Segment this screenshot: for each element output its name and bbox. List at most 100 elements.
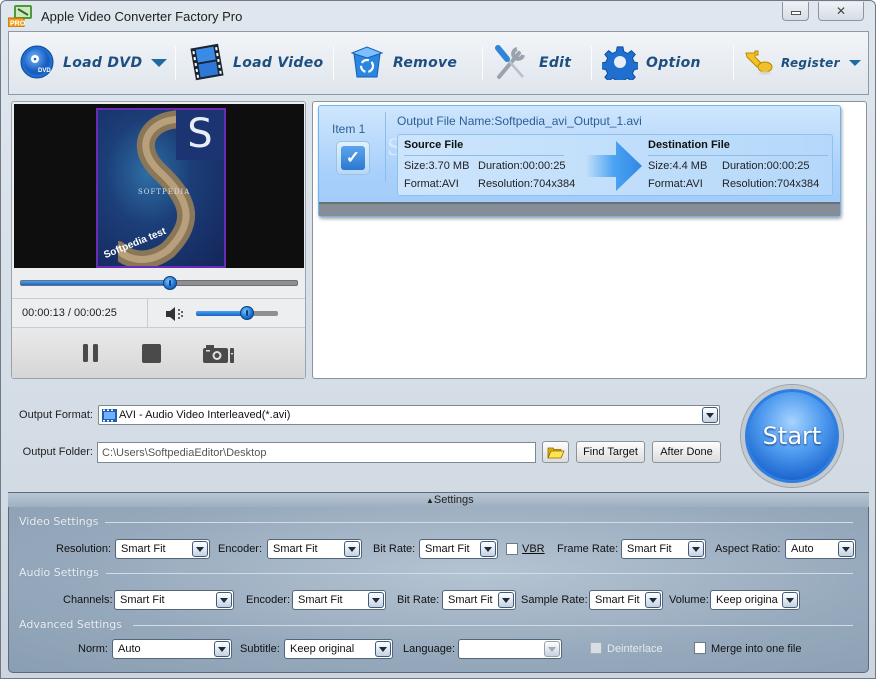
volume-select[interactable]: Keep origina <box>710 590 800 610</box>
edit-button[interactable]: Edit <box>493 32 571 94</box>
source-duration: Duration:00:00:25 <box>478 160 566 172</box>
video-settings-heading: Video Settings <box>19 515 99 528</box>
time-volume-row: 00:00:13 / 00:00:25 <box>12 298 305 328</box>
list-item[interactable]: SOFTPEDIA Item 1 ✓ Output File Name:Soft… <box>318 105 841 217</box>
deinterlace-label: Deinterlace <box>607 643 663 655</box>
video-bitrate-value: Smart Fit <box>425 543 470 555</box>
toolbar-divider <box>482 46 483 80</box>
settings-toggle-bar[interactable]: ▲Settings <box>8 492 869 507</box>
remove-label: Remove <box>393 55 458 71</box>
divider <box>105 522 853 523</box>
minimize-button[interactable] <box>782 2 809 21</box>
dropdown-arrow-icon[interactable] <box>192 541 208 557</box>
title-bar: PRO Apple Video Converter Factory Pro ✕ <box>1 1 875 31</box>
item-number: Item 1 <box>332 122 366 136</box>
seek-slider[interactable] <box>20 276 298 290</box>
destination-format: Format:AVI <box>648 178 703 190</box>
volume-slider[interactable] <box>196 306 278 320</box>
register-label: Register <box>781 56 840 70</box>
dropdown-arrow-icon[interactable] <box>216 592 232 608</box>
merge-into-one-file-label[interactable]: Merge into one file <box>711 643 802 655</box>
chevron-down-icon[interactable] <box>151 59 168 67</box>
dropdown-arrow-icon[interactable] <box>702 407 718 423</box>
key-icon <box>743 47 773 80</box>
subtitle-value: Keep original <box>290 643 355 655</box>
aspect-ratio-select[interactable]: Auto <box>785 539 856 559</box>
film-format-icon <box>102 409 117 422</box>
source-size: Size:3.70 MB <box>404 160 470 172</box>
video-encoder-select[interactable]: Smart Fit <box>267 539 362 559</box>
load-video-label: Load Video <box>233 55 324 71</box>
settings-panel: Video Settings Resolution: Smart Fit Enc… <box>8 507 869 673</box>
divider <box>106 573 853 574</box>
audio-bitrate-select[interactable]: Smart Fit <box>442 590 516 610</box>
sample-rate-select[interactable]: Smart Fit <box>589 590 663 610</box>
close-button[interactable]: ✕ <box>818 2 864 21</box>
snapshot-button[interactable] <box>203 345 235 366</box>
remove-button[interactable]: Remove <box>349 32 457 94</box>
volume-slider-handle[interactable] <box>239 306 254 320</box>
merge-into-one-file-checkbox[interactable] <box>694 642 706 654</box>
app-window: PRO Apple Video Converter Factory Pro ✕ … <box>0 0 876 679</box>
stop-button[interactable] <box>142 344 161 366</box>
dropdown-arrow-icon[interactable] <box>498 592 514 608</box>
vbr-checkbox[interactable] <box>506 543 518 555</box>
audio-encoder-select[interactable]: Smart Fit <box>292 590 386 610</box>
dropdown-arrow-icon[interactable] <box>782 592 798 608</box>
deinterlace-checkbox <box>590 642 602 654</box>
dropdown-arrow-icon[interactable] <box>645 592 661 608</box>
divider <box>147 299 148 328</box>
output-format-value: AVI - Audio Video Interleaved(*.avi) <box>119 409 291 421</box>
register-button[interactable]: Register <box>743 32 861 94</box>
dvd-disc-icon: DVD <box>19 44 55 83</box>
norm-select[interactable]: Auto <box>112 639 232 659</box>
collapse-expand-icon: ▲ <box>426 496 434 505</box>
source-resolution: Resolution:704x384 <box>478 178 576 190</box>
option-button[interactable]: Option <box>600 32 701 94</box>
dropdown-arrow-icon[interactable] <box>344 541 360 557</box>
subtitle-select[interactable]: Keep original <box>284 639 393 659</box>
frame-rate-select[interactable]: Smart Fit <box>621 539 706 559</box>
find-target-button[interactable]: Find Target <box>576 441 645 463</box>
dropdown-arrow-icon[interactable] <box>214 641 230 657</box>
channels-label: Channels: <box>63 594 113 606</box>
output-file-name[interactable]: Output File Name:Softpedia_avi_Output_1.… <box>397 114 642 128</box>
start-button[interactable]: Start <box>741 385 843 487</box>
dropdown-arrow-icon[interactable] <box>838 541 854 557</box>
divider <box>648 155 828 156</box>
channels-value: Smart Fit <box>120 594 165 606</box>
recycle-bin-icon <box>349 44 385 83</box>
load-video-button[interactable]: Load Video <box>189 32 323 94</box>
video-encoder-label: Encoder: <box>218 543 263 555</box>
output-folder-field[interactable] <box>97 442 536 463</box>
dropdown-arrow-icon[interactable] <box>480 541 496 557</box>
chevron-down-icon[interactable] <box>848 60 861 66</box>
video-preview[interactable]: S SOFTPEDIA Softpedia test <box>14 104 304 268</box>
output-format-select[interactable]: AVI - Audio Video Interleaved(*.avi) <box>98 405 720 425</box>
language-select[interactable] <box>458 639 562 659</box>
resolution-value: Smart Fit <box>121 543 166 555</box>
dropdown-arrow-icon[interactable] <box>368 592 384 608</box>
resolution-select[interactable]: Smart Fit <box>115 539 210 559</box>
vbr-label[interactable]: VBR <box>522 543 545 555</box>
svg-text:DVD: DVD <box>38 68 51 74</box>
after-done-button[interactable]: After Done <box>652 441 721 463</box>
output-folder-input[interactable] <box>98 443 535 462</box>
pause-button[interactable] <box>82 344 100 365</box>
output-format-label: Output Format: <box>19 409 93 421</box>
channels-select[interactable]: Smart Fit <box>114 590 234 610</box>
dropdown-arrow-icon[interactable] <box>688 541 704 557</box>
item-checkbox[interactable]: ✓ <box>336 141 370 175</box>
frame-rate-label: Frame Rate: <box>557 543 619 555</box>
toolbar-divider <box>591 46 592 80</box>
settings-toggle[interactable]: ▲Settings <box>426 494 474 506</box>
speaker-icon[interactable] <box>166 307 184 324</box>
audio-encoder-label: Encoder: <box>246 594 291 606</box>
seek-slider-handle[interactable] <box>163 276 178 290</box>
load-dvd-button[interactable]: DVD Load DVD <box>19 32 168 94</box>
browse-folder-button[interactable] <box>542 441 569 463</box>
dropdown-arrow-icon[interactable] <box>375 641 391 657</box>
resolution-label: Resolution: <box>56 543 112 555</box>
video-bitrate-select[interactable]: Smart Fit <box>419 539 498 559</box>
arrow-right-icon <box>586 141 642 191</box>
